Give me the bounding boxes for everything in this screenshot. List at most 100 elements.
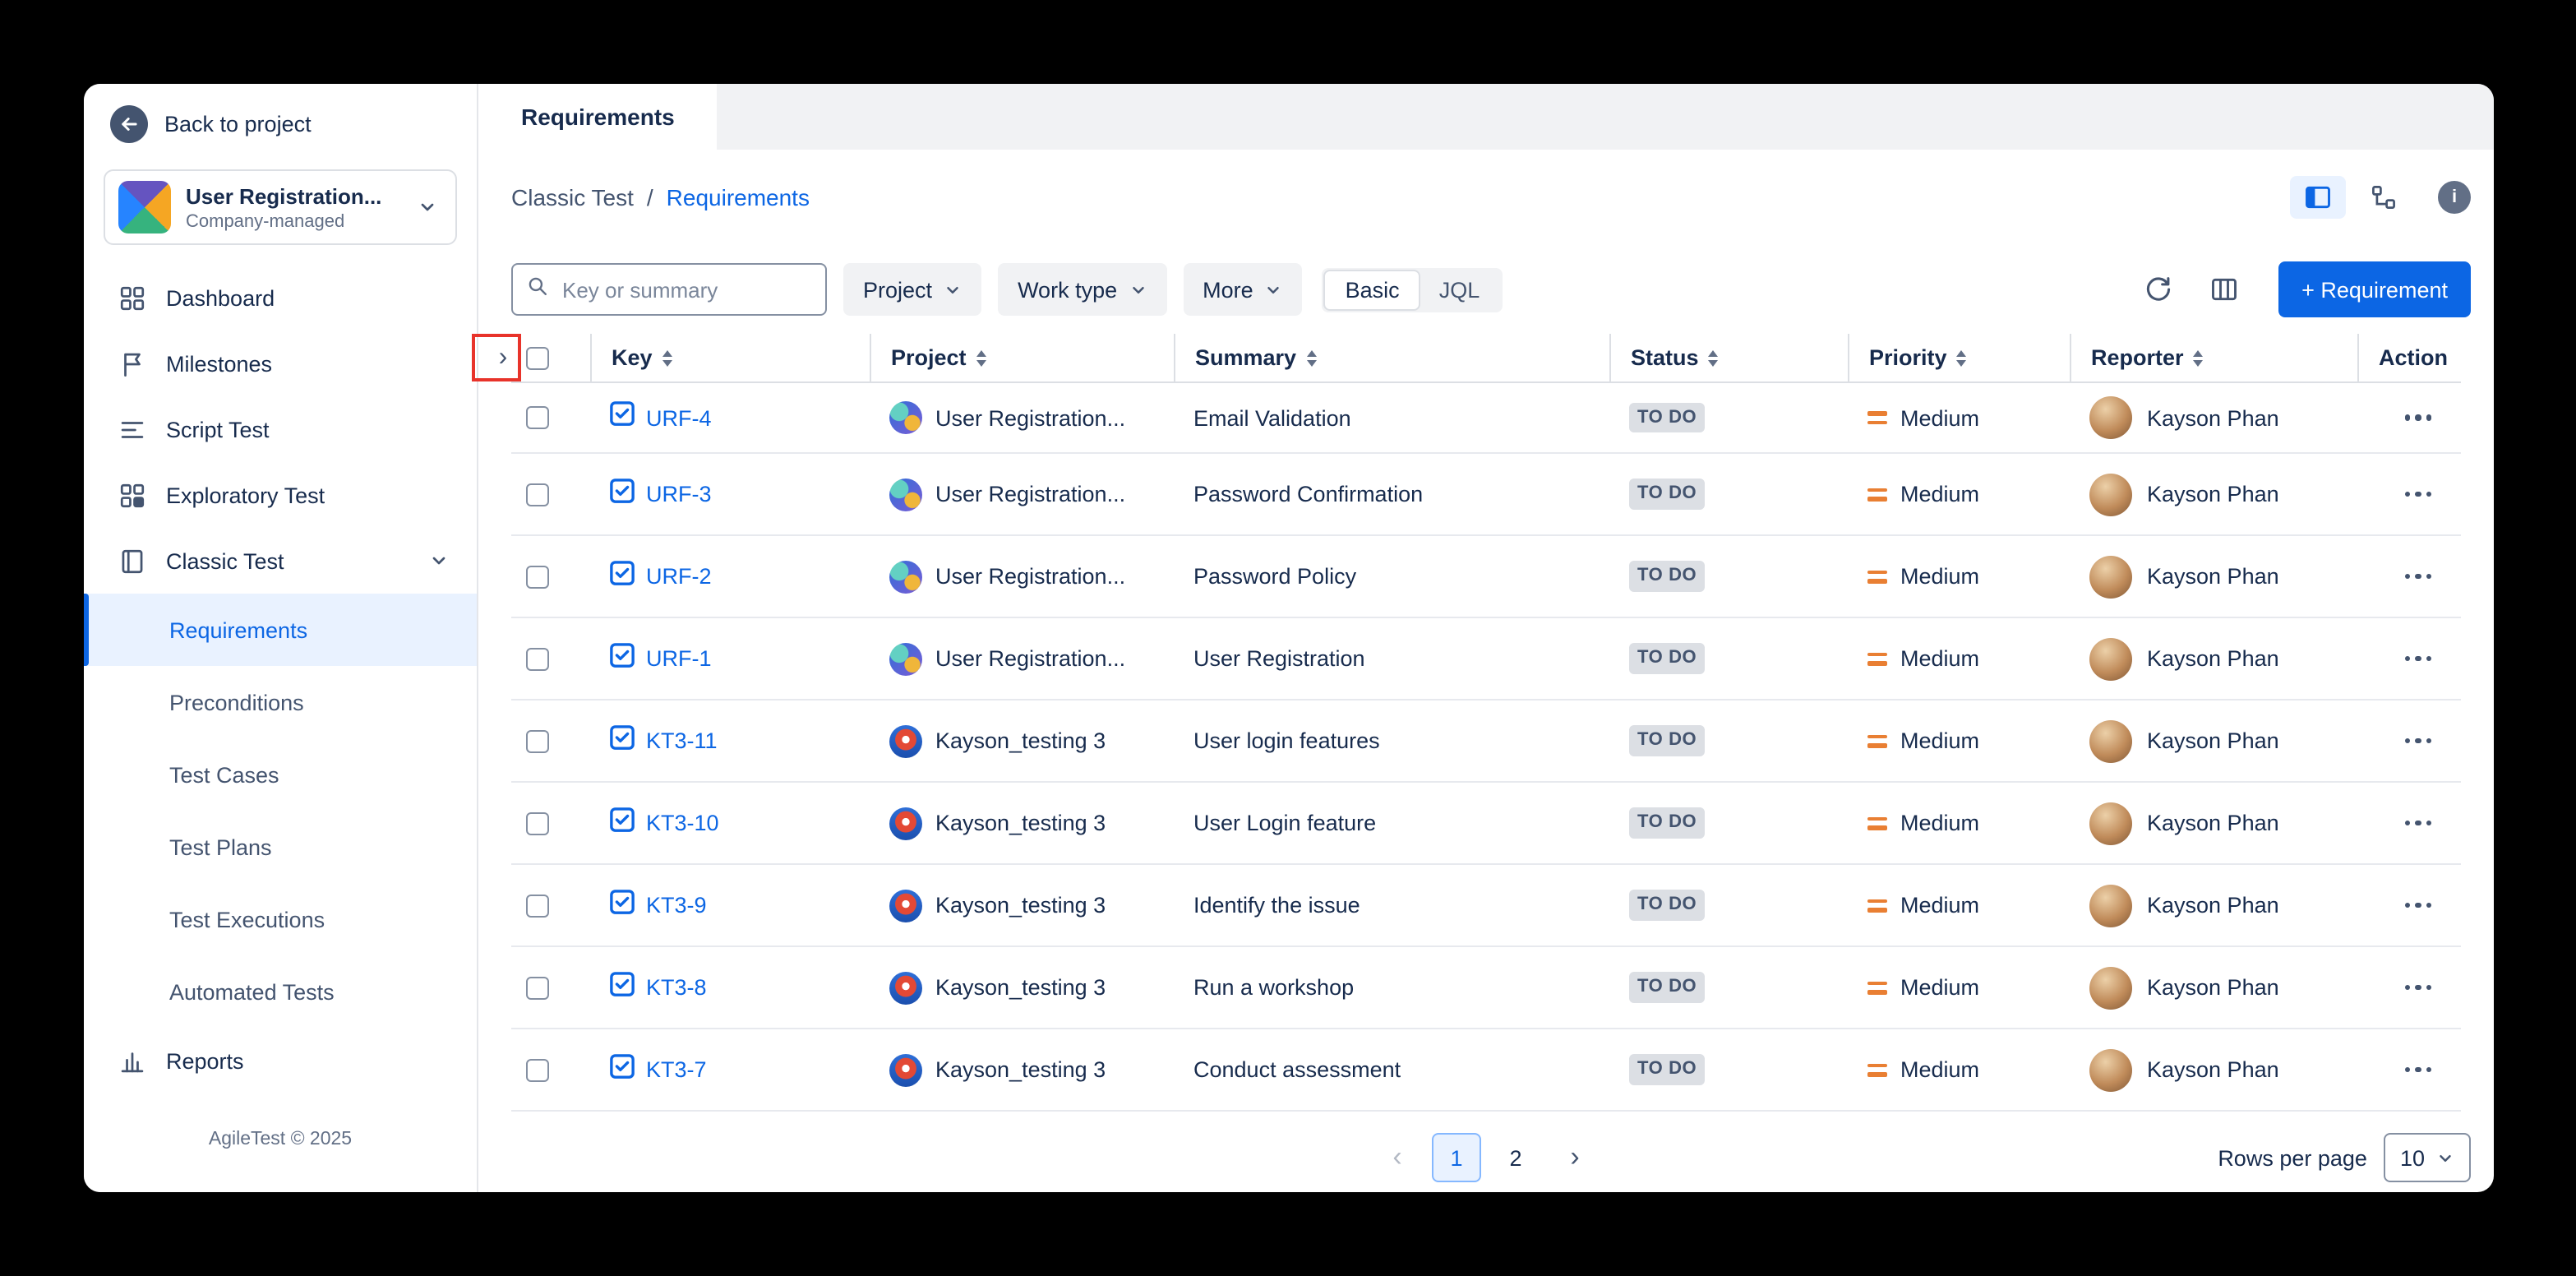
- requirement-key-link[interactable]: URF-1: [646, 646, 712, 671]
- row-checkbox[interactable]: [526, 565, 549, 588]
- table-row[interactable]: KT3-9 Kayson_testing 3 Identify the issu…: [511, 865, 2461, 947]
- columns-icon: [2209, 275, 2239, 304]
- requirement-type-icon: [610, 642, 635, 675]
- column-header-reporter[interactable]: Reporter: [2070, 334, 2357, 381]
- requirement-key-link[interactable]: KT3-7: [646, 1057, 707, 1082]
- sidebar-item-test-executions[interactable]: Test Executions: [84, 883, 477, 955]
- reporter-name: Kayson Phan: [2147, 893, 2279, 918]
- sidebar-item-test-plans[interactable]: Test Plans: [84, 811, 477, 883]
- tree-view-button[interactable]: [2356, 176, 2412, 219]
- status-badge: TO DO: [1629, 562, 1705, 591]
- prev-page-button[interactable]: ‹: [1373, 1133, 1422, 1182]
- tab-requirements[interactable]: Requirements: [478, 84, 718, 150]
- reporter-avatar: [2089, 802, 2132, 844]
- table-row[interactable]: KT3-11 Kayson_testing 3 User login featu…: [511, 700, 2461, 783]
- requirement-key-link[interactable]: URF-4: [646, 405, 712, 430]
- row-actions-button[interactable]: [2398, 1054, 2438, 1086]
- row-actions-button[interactable]: [2398, 643, 2438, 675]
- row-actions-button[interactable]: [2398, 725, 2438, 757]
- project-name: Kayson_testing 3: [935, 893, 1106, 918]
- dashboard-grid-icon: [117, 283, 146, 312]
- row-checkbox[interactable]: [526, 483, 549, 506]
- more-filter-dropdown[interactable]: More: [1183, 263, 1303, 316]
- summary-text: User Registration: [1193, 646, 1365, 671]
- sidebar-item-exploratory-test[interactable]: Exploratory Test: [84, 462, 477, 528]
- requirement-key-link[interactable]: URF-3: [646, 482, 712, 506]
- project-selector[interactable]: User Registration... Company-managed: [104, 169, 457, 245]
- row-actions-button[interactable]: [2398, 478, 2438, 511]
- rows-per-page: Rows per page 10: [2218, 1133, 2471, 1182]
- sidebar-item-test-cases[interactable]: Test Cases: [84, 738, 477, 811]
- basic-mode-button[interactable]: Basic: [1326, 270, 1420, 308]
- jql-mode-button[interactable]: JQL: [1420, 270, 1500, 308]
- row-checkbox[interactable]: [526, 976, 549, 999]
- row-actions-button[interactable]: [2398, 890, 2438, 922]
- requirement-key-link[interactable]: URF-2: [646, 564, 712, 589]
- row-actions-button[interactable]: [2398, 561, 2438, 593]
- column-header-key[interactable]: Key: [590, 334, 870, 381]
- search-input[interactable]: [559, 275, 812, 303]
- worktype-filter-dropdown[interactable]: Work type: [998, 263, 1166, 316]
- row-actions-button[interactable]: [2398, 972, 2438, 1004]
- sidebar-item-automated-tests[interactable]: Automated Tests: [84, 955, 477, 1028]
- column-header-priority[interactable]: Priority: [1848, 334, 2070, 381]
- sidebar-item-preconditions[interactable]: Preconditions: [84, 666, 477, 738]
- sidebar-item-script-test[interactable]: Script Test: [84, 396, 477, 462]
- sidebar-subitem-label: Test Cases: [169, 762, 279, 787]
- row-checkbox[interactable]: [526, 811, 549, 834]
- table-row[interactable]: URF-2 User Registration... Password Poli…: [511, 536, 2461, 618]
- table-row[interactable]: KT3-7 Kayson_testing 3 Conduct assessmen…: [511, 1029, 2461, 1112]
- row-checkbox[interactable]: [526, 406, 549, 429]
- select-all-checkbox[interactable]: [526, 346, 549, 369]
- columns-settings-button[interactable]: [2200, 265, 2249, 314]
- column-header-project[interactable]: Project: [870, 334, 1174, 381]
- breadcrumb-current[interactable]: Requirements: [667, 184, 810, 210]
- table-row[interactable]: URF-4 User Registration... Email Validat…: [511, 383, 2461, 454]
- column-header-summary[interactable]: Summary: [1174, 334, 1609, 381]
- sidebar-item-reports[interactable]: Reports: [84, 1028, 477, 1093]
- requirement-key-link[interactable]: KT3-10: [646, 811, 719, 835]
- row-checkbox[interactable]: [526, 894, 549, 917]
- priority-label: Medium: [1900, 1057, 1979, 1082]
- requirements-table: › Key Project Summary Status: [511, 334, 2461, 1112]
- add-requirement-button[interactable]: + Requirement: [2278, 261, 2471, 317]
- table-row[interactable]: KT3-10 Kayson_testing 3 User Login featu…: [511, 783, 2461, 865]
- requirement-key-link[interactable]: KT3-9: [646, 893, 707, 918]
- row-checkbox[interactable]: [526, 729, 549, 752]
- panel-view-button[interactable]: [2290, 176, 2346, 219]
- info-button[interactable]: i: [2438, 181, 2471, 214]
- chevron-down-icon: [2436, 1149, 2454, 1167]
- row-actions-button[interactable]: [2398, 402, 2438, 434]
- next-page-button[interactable]: ›: [1550, 1133, 1600, 1182]
- back-to-project-button[interactable]: Back to project: [84, 84, 477, 160]
- sidebar-item-classic-test[interactable]: Classic Test: [84, 528, 477, 594]
- rows-per-page-select[interactable]: 10: [2384, 1133, 2471, 1182]
- breadcrumb-parent[interactable]: Classic Test: [511, 184, 634, 210]
- view-toggle-group: [2290, 176, 2412, 219]
- row-actions-button[interactable]: [2398, 807, 2438, 839]
- table-row[interactable]: KT3-8 Kayson_testing 3 Run a workshop TO…: [511, 947, 2461, 1029]
- row-checkbox[interactable]: [526, 647, 549, 670]
- expand-rows-toggle[interactable]: ›: [488, 343, 518, 372]
- project-filter-dropdown[interactable]: Project: [843, 263, 981, 316]
- priority-medium-icon: [1867, 1063, 1887, 1076]
- project-name: User Registration...: [186, 183, 398, 208]
- reporter-avatar: [2089, 555, 2132, 598]
- info-icon: i: [2452, 187, 2457, 207]
- refresh-button[interactable]: [2134, 265, 2183, 314]
- priority-medium-icon: [1867, 981, 1887, 994]
- requirement-key-link[interactable]: KT3-11: [646, 728, 718, 753]
- page-button-2[interactable]: 2: [1491, 1133, 1540, 1182]
- status-badge: TO DO: [1629, 403, 1705, 432]
- sidebar-item-milestones[interactable]: Milestones: [84, 331, 477, 396]
- sidebar-item-dashboard[interactable]: Dashboard: [84, 265, 477, 331]
- table-row[interactable]: URF-3 User Registration... Password Conf…: [511, 454, 2461, 536]
- status-badge: TO DO: [1629, 479, 1705, 509]
- sidebar-item-requirements[interactable]: Requirements: [84, 594, 477, 666]
- chevron-down-icon: [1129, 280, 1147, 298]
- requirement-key-link[interactable]: KT3-8: [646, 975, 707, 1000]
- table-row[interactable]: URF-1 User Registration... User Registra…: [511, 618, 2461, 700]
- row-checkbox[interactable]: [526, 1058, 549, 1081]
- column-header-status[interactable]: Status: [1609, 334, 1848, 381]
- page-button-1[interactable]: 1: [1432, 1133, 1481, 1182]
